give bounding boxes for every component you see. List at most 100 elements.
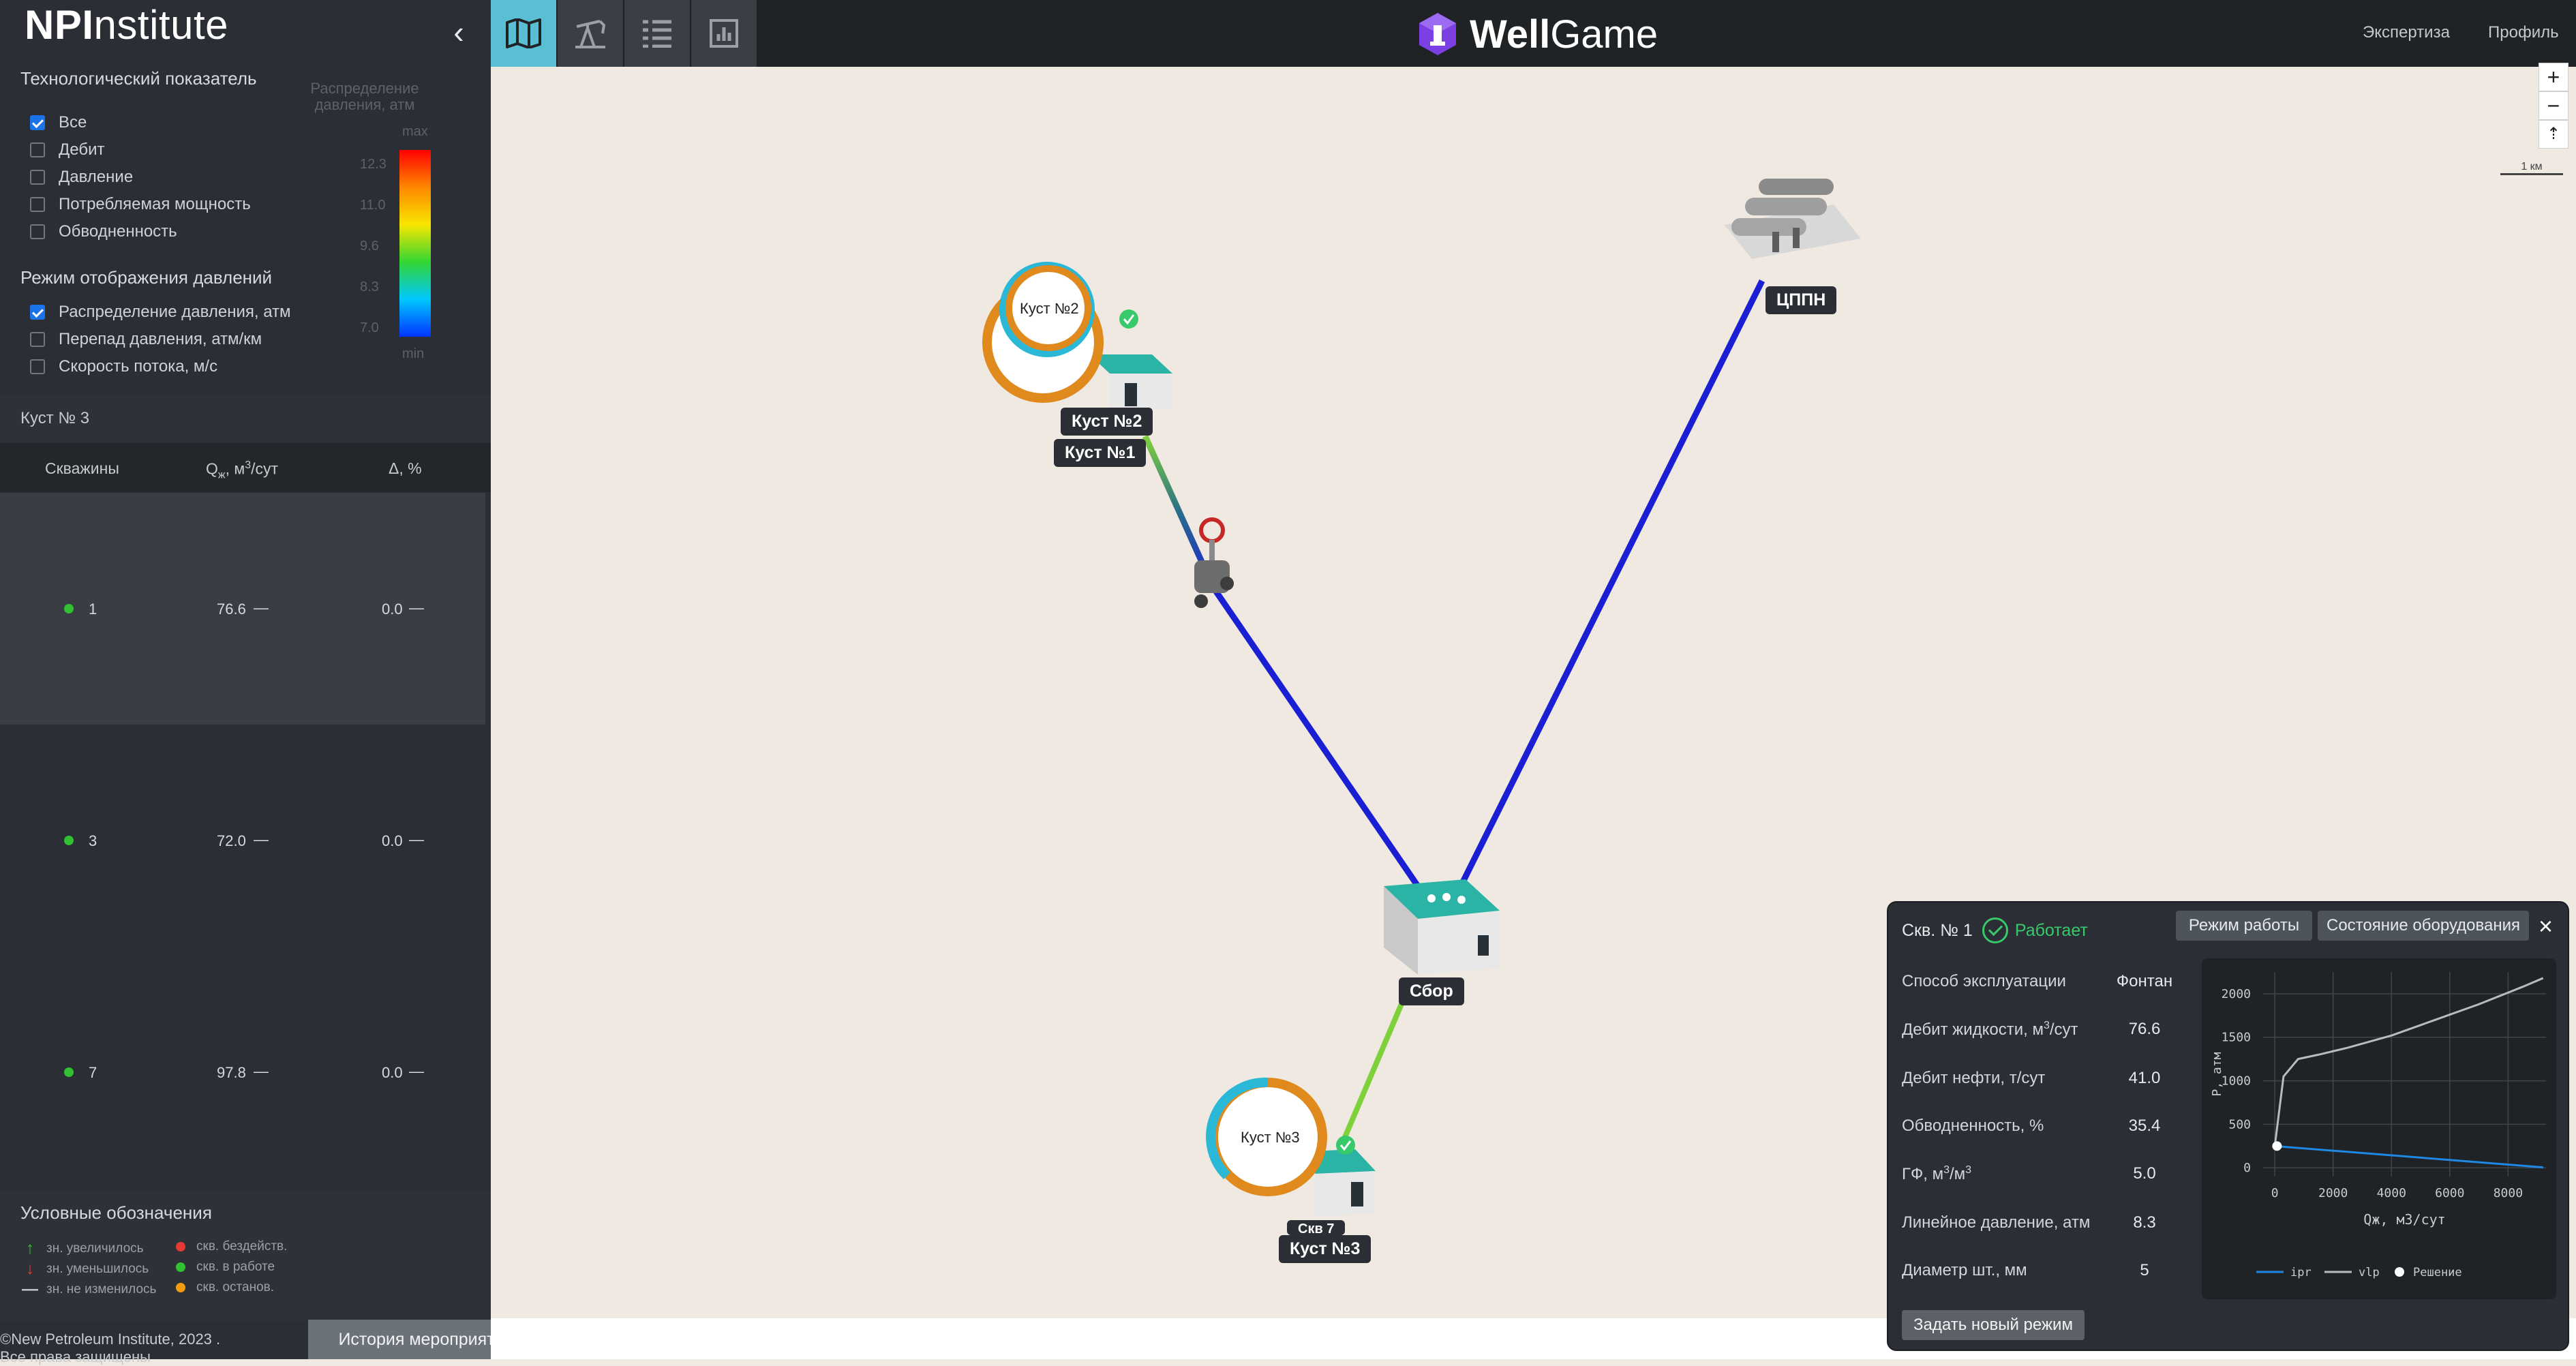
x-tick-label: 4000 bbox=[2377, 1186, 2406, 1200]
trend-icon: — bbox=[254, 1063, 269, 1080]
map-tab[interactable] bbox=[491, 0, 556, 67]
solution-point bbox=[2272, 1141, 2282, 1151]
copyright: ©New Petroleum Institute, 2023 . Все пра… bbox=[0, 1331, 221, 1365]
pipe-sbor-cppn[interactable] bbox=[1454, 279, 1766, 895]
legend-title: Условные обозначения bbox=[20, 1202, 212, 1223]
wellgame-title: WellGame bbox=[1470, 12, 1658, 57]
table-row[interactable]: 7 97.8 — 0.0 — bbox=[0, 956, 485, 1188]
checkbox-icon[interactable] bbox=[30, 332, 45, 347]
trend-icon: — bbox=[409, 599, 424, 616]
check-circle-icon bbox=[1982, 917, 2008, 943]
pressure-mode-title: Режим отображения давлений bbox=[20, 267, 273, 288]
checkbox-label: Обводненность bbox=[59, 222, 177, 241]
legend-working: скв. в работе bbox=[176, 1260, 275, 1275]
checkbox-pressure-distribution[interactable]: Распределение давления, атм bbox=[30, 303, 291, 322]
well-delta: 0.0 bbox=[382, 1064, 403, 1081]
equipment-button[interactable]: Состояние оборудования bbox=[2318, 911, 2529, 941]
pump-tab[interactable] bbox=[558, 0, 623, 67]
kust-title: Куст № 3 bbox=[20, 409, 90, 427]
trend-icon: — bbox=[409, 1063, 424, 1080]
checkbox-icon[interactable] bbox=[30, 359, 45, 374]
checkbox-debit[interactable]: Дебит bbox=[30, 140, 104, 160]
profile-link[interactable]: Профиль bbox=[2488, 23, 2559, 42]
param-label: Дебит жидкости, м3/сут bbox=[1902, 1020, 2078, 1039]
tech-section-title: Технологический показатель bbox=[20, 68, 257, 89]
chart-svg: 0 2000 4000 6000 8000 0 500 1000 1500 2000 Qж, м3/… bbox=[2210, 972, 2546, 1279]
status-dot bbox=[64, 1067, 74, 1077]
chart-tab[interactable] bbox=[691, 0, 757, 67]
set-new-mode-button[interactable]: Задать новый режим bbox=[1902, 1310, 2085, 1340]
checkbox-flow-speed[interactable]: Скорость потока, м/с bbox=[30, 357, 217, 376]
well-number: 3 bbox=[89, 832, 97, 849]
well-delta: 0.0 bbox=[382, 832, 403, 849]
cppn-tag[interactable]: ЦППН bbox=[1766, 286, 1837, 314]
param-value: 5.0 bbox=[2133, 1164, 2156, 1183]
checkbox-label: Распределение давления, атм bbox=[59, 303, 291, 321]
map-icon bbox=[506, 18, 541, 48]
ipr-vlp-chart: 0 2000 4000 6000 8000 0 500 1000 1500 2000 Qж, м3/… bbox=[2202, 958, 2556, 1299]
compass-button[interactable]: ⇡ bbox=[2539, 120, 2569, 149]
kust3-circle-label: Куст №3 bbox=[1241, 1129, 1300, 1146]
bar-chart-icon bbox=[710, 19, 738, 48]
status-dot bbox=[64, 604, 74, 613]
legend-down: ↓ зн. уменьшилось bbox=[20, 1260, 149, 1279]
cppn-plant-icon[interactable] bbox=[1725, 179, 1861, 259]
kust2-tag[interactable]: Куст №2 bbox=[1061, 408, 1153, 436]
pipe-valve-sbor[interactable] bbox=[1211, 586, 1421, 888]
kust3-hidden-tag: Скв 7 bbox=[1287, 1220, 1346, 1235]
checkbox-icon[interactable] bbox=[30, 197, 45, 212]
checkbox-icon[interactable] bbox=[30, 142, 45, 157]
param-label: Способ эксплуатации bbox=[1902, 972, 2066, 990]
orange-dot-icon bbox=[176, 1283, 185, 1292]
table-row[interactable]: 1 76.6 — 0.0 — bbox=[0, 493, 485, 725]
kust3-tag[interactable]: Куст №3 bbox=[1279, 1235, 1372, 1263]
zoom-in-button[interactable]: + bbox=[2539, 63, 2569, 91]
legend-label-solution: Решение bbox=[2413, 1266, 2462, 1279]
red-dot-icon bbox=[176, 1242, 185, 1251]
pipe-sbor-kust3[interactable] bbox=[1339, 980, 1414, 1147]
table-row[interactable]: 3 72.0 — 0.0 — bbox=[0, 725, 485, 956]
checkbox-label: Дебит bbox=[59, 140, 105, 159]
param-value: 76.6 bbox=[2128, 1020, 2161, 1038]
pumpjack-icon bbox=[575, 20, 606, 48]
checkbox-icon[interactable] bbox=[30, 224, 45, 239]
checkbox-icon[interactable] bbox=[30, 170, 45, 185]
sbor-tag[interactable]: Сбор bbox=[1399, 977, 1464, 1005]
checkbox-pressure[interactable]: Давление bbox=[30, 168, 133, 187]
legend-same: — зн. не изменилось bbox=[22, 1280, 157, 1299]
checkbox-icon[interactable] bbox=[30, 115, 45, 130]
y-tick-label: 1500 bbox=[2222, 1031, 2251, 1045]
close-icon[interactable]: × bbox=[2539, 912, 2553, 941]
list-tab[interactable] bbox=[624, 0, 690, 67]
checkbox-icon[interactable] bbox=[30, 305, 45, 320]
kust-building-icon[interactable] bbox=[1089, 354, 1172, 409]
x-tick-label: 6000 bbox=[2435, 1186, 2464, 1200]
checkbox-watercut[interactable]: Обводненность bbox=[30, 222, 177, 241]
zoom-out-button[interactable]: − bbox=[2539, 91, 2569, 120]
sbor-building-icon[interactable] bbox=[1384, 879, 1500, 975]
y-tick-label: 500 bbox=[2228, 1117, 2251, 1132]
kust2-ring[interactable] bbox=[982, 262, 1104, 403]
y-tick-label: 2000 bbox=[2222, 987, 2251, 1001]
legend: Условные обозначения ↑ зн. увеличилось ↓ з… bbox=[0, 1192, 491, 1321]
checkbox-pressure-drop[interactable]: Перепад давления, атм/км bbox=[30, 330, 262, 349]
expertise-link[interactable]: Экспертиза bbox=[2363, 23, 2450, 42]
scale-tick: 12.3 bbox=[360, 157, 387, 172]
checkbox-all[interactable]: Все bbox=[30, 113, 87, 132]
checkbox-label: Потребляемая мощность bbox=[59, 195, 251, 213]
mode-button[interactable]: Режим работы bbox=[2176, 911, 2312, 941]
valve-icon[interactable] bbox=[1194, 517, 1234, 608]
kust2-circle-label: Куст №2 bbox=[1020, 300, 1079, 317]
scale-tick: 8.3 bbox=[360, 279, 379, 294]
legend-label-vlp: vlp bbox=[2359, 1266, 2380, 1279]
x-tick-label: 0 bbox=[2271, 1186, 2279, 1200]
sidebar: NPInstitute ‹ Технологический показатель… bbox=[0, 0, 491, 1365]
wells-table-header: Скважины Qж, м3/сут Δ, % bbox=[0, 443, 491, 492]
col-wells: Скважины bbox=[45, 459, 119, 477]
y-axis-label: P, атм bbox=[2210, 1052, 2224, 1096]
checkbox-power[interactable]: Потребляемая мощность bbox=[30, 195, 251, 214]
chevron-left-icon[interactable]: ‹ bbox=[442, 15, 476, 49]
kust1-tag[interactable]: Куст №1 bbox=[1054, 439, 1147, 467]
dash-icon: — bbox=[22, 1280, 38, 1299]
arrow-down-icon: ↓ bbox=[26, 1260, 34, 1278]
